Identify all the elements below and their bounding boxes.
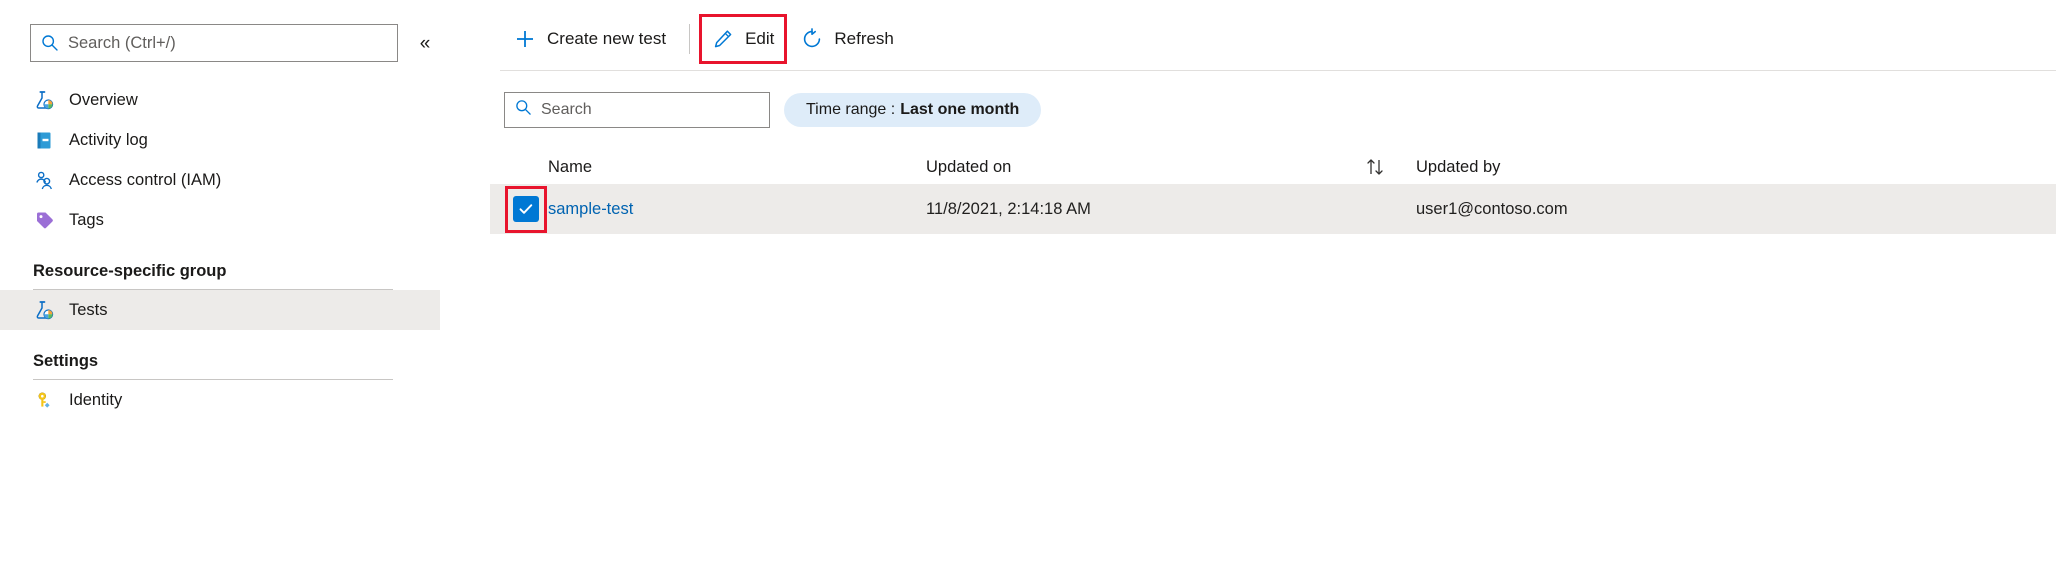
sidebar-item-label: Activity log: [69, 130, 148, 149]
content-pane: Create new test Edit Refresh Search Time…: [490, 0, 2056, 571]
sort-arrows-icon[interactable]: [1306, 157, 1416, 177]
create-new-test-button[interactable]: Create new test: [500, 16, 680, 62]
edit-button[interactable]: Edit: [699, 14, 788, 64]
command-bar: Create new test Edit Refresh: [490, 0, 2056, 78]
activity-log-icon: [33, 129, 55, 151]
azure-portal-tests-page: « Overview: [0, 0, 2056, 571]
row-updated-on-cell: 11/8/2021, 2:14:18 AM: [926, 199, 1091, 218]
sidebar-group-title: Settings: [33, 352, 99, 370]
sidebar-item-label: Tests: [69, 300, 108, 319]
toolbar-separator: [689, 24, 691, 54]
flask-chart-icon: [33, 89, 55, 111]
row-select-cell: [504, 186, 548, 233]
sidebar-item-label: Tags: [69, 210, 104, 229]
tests-table: Name Updated on Updated by sample-test 1…: [490, 150, 2056, 234]
search-icon: [41, 34, 59, 52]
create-new-test-label: Create new test: [547, 29, 667, 48]
refresh-label: Refresh: [834, 29, 894, 48]
sidebar-item-activity-log[interactable]: Activity log: [0, 120, 440, 160]
grid-search-input[interactable]: [541, 101, 759, 119]
time-range-label: Time range :: [806, 101, 896, 118]
table-row[interactable]: sample-test 11/8/2021, 2:14:18 AM user1@…: [490, 184, 2056, 234]
row-name-cell: sample-test: [548, 200, 926, 219]
time-range-value: Last one month: [900, 101, 1020, 118]
plus-icon: [514, 28, 536, 50]
table-header-row: Name Updated on Updated by: [490, 150, 2056, 184]
toolbar-divider: [500, 70, 2056, 71]
pencil-icon: [712, 28, 734, 50]
filter-bar: Time range : Last one month: [490, 92, 2056, 128]
sidebar-search-input[interactable]: [68, 33, 387, 53]
column-header-updated-by[interactable]: Updated by: [1416, 158, 2056, 177]
test-name-link[interactable]: sample-test: [548, 200, 633, 218]
sidebar-item-tests[interactable]: Tests: [0, 290, 440, 330]
row-checkbox[interactable]: [513, 196, 539, 222]
tag-icon: [33, 209, 55, 231]
column-header-updated-on[interactable]: Updated on: [926, 158, 1306, 177]
search-icon: [515, 99, 532, 121]
key-icon: [33, 389, 55, 411]
sidebar-item-overview[interactable]: Overview: [0, 80, 440, 120]
sidebar-item-identity[interactable]: Identity: [0, 380, 440, 420]
collapse-sidebar-button[interactable]: «: [412, 30, 438, 56]
sidebar: « Overview: [0, 0, 490, 571]
edit-label: Edit: [745, 29, 775, 48]
sidebar-item-label: Overview: [69, 90, 138, 109]
flask-chart-icon: [33, 299, 55, 321]
sidebar-item-label: Identity: [69, 390, 123, 409]
people-icon: [33, 169, 55, 191]
time-range-filter[interactable]: Time range : Last one month: [784, 93, 1042, 127]
sidebar-item-tags[interactable]: Tags: [0, 200, 440, 240]
grid-search-box[interactable]: [504, 92, 770, 128]
sidebar-search-row: «: [0, 24, 490, 62]
refresh-button[interactable]: Refresh: [787, 16, 908, 62]
sidebar-group-title: Resource-specific group: [33, 262, 227, 280]
column-header-name[interactable]: Name: [548, 158, 926, 177]
sidebar-nav: Overview Activity log Access control (IA…: [0, 80, 490, 420]
row-updated-by-cell: user1@contoso.com: [1416, 199, 1568, 218]
refresh-icon: [801, 28, 823, 50]
sidebar-item-access-control[interactable]: Access control (IAM): [0, 160, 440, 200]
sidebar-item-label: Access control (IAM): [69, 170, 222, 189]
sidebar-search-box[interactable]: [30, 24, 398, 62]
